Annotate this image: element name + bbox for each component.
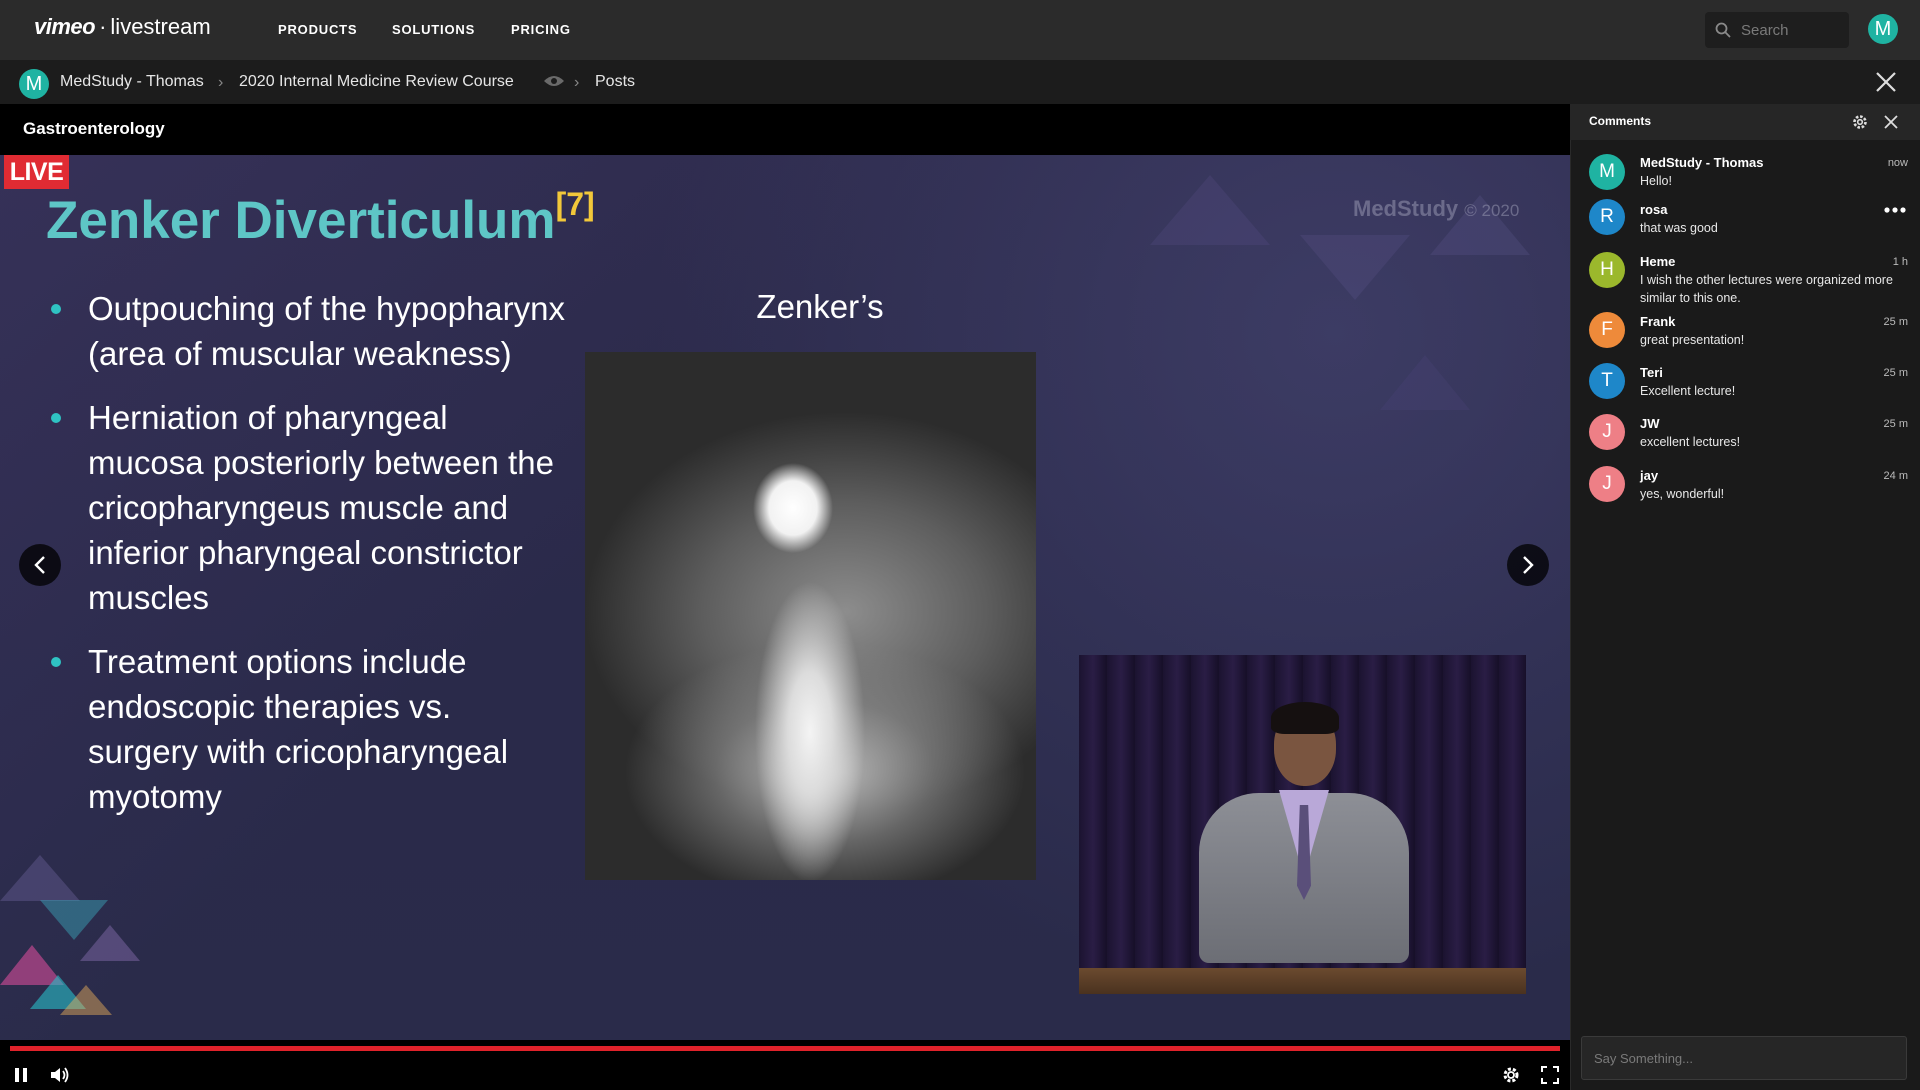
- slide-bullet-list: Outpouching of the hypopharynx (area of …: [48, 286, 568, 838]
- comment-time: 1 h: [1892, 256, 1908, 268]
- comment-avatar[interactable]: R: [1589, 199, 1625, 235]
- progress-fill: [10, 1046, 1560, 1051]
- comment-author[interactable]: JW: [1640, 416, 1660, 431]
- comment-avatar[interactable]: J: [1589, 414, 1625, 450]
- comment-text: excellent lectures!: [1640, 435, 1741, 449]
- comment-time: 24 m: [1883, 470, 1908, 482]
- chevron-right-icon: [1523, 556, 1534, 574]
- breadcrumb-channel[interactable]: MedStudy - Thomas: [60, 73, 204, 91]
- chevron-left-icon: [34, 556, 45, 574]
- comment-author[interactable]: rosa: [1640, 202, 1667, 217]
- channel-avatar[interactable]: M: [19, 69, 49, 99]
- nav-pricing[interactable]: PRICING: [511, 22, 571, 37]
- comment-author[interactable]: Heme: [1640, 254, 1675, 269]
- decor-triangle: [1380, 355, 1470, 410]
- presenter-video: [1079, 655, 1526, 994]
- slide-bullet: Herniation of pharyngeal mucosa posterio…: [48, 395, 568, 620]
- close-comments-icon[interactable]: [1883, 114, 1899, 130]
- comment-text: that was good: [1640, 221, 1718, 235]
- slide-title-text: Zenker Diverticulum: [46, 191, 556, 250]
- slide-bullet: Treatment options include endoscopic the…: [48, 639, 568, 819]
- logo-dot: ·: [99, 14, 107, 39]
- close-icon[interactable]: [1874, 70, 1898, 94]
- watermark-year: © 2020: [1464, 201, 1520, 220]
- presenter-hair: [1271, 702, 1339, 734]
- breadcrumb-event[interactable]: 2020 Internal Medicine Review Course: [239, 73, 514, 91]
- decor-triangle: [80, 925, 140, 961]
- comments-panel: [1570, 104, 1920, 1090]
- vimeo-livestream-logo[interactable]: vimeo · livestream: [34, 14, 211, 40]
- comment-input[interactable]: [1581, 1036, 1907, 1080]
- stage-title: Gastroenterology: [23, 119, 165, 138]
- comment-author[interactable]: Frank: [1640, 314, 1675, 329]
- comment-time: 25 m: [1883, 418, 1908, 430]
- decor-triangle: [0, 855, 80, 901]
- slide-title-reference: [7]: [555, 186, 595, 222]
- search-icon: [1715, 22, 1731, 38]
- fullscreen-icon[interactable]: [1539, 1064, 1561, 1086]
- comment-author[interactable]: Teri: [1640, 365, 1663, 380]
- slide-watermark: MedStudy © 2020: [1353, 196, 1519, 222]
- comments-title: Comments: [1589, 114, 1652, 128]
- xray-caption: Zenker’s: [756, 288, 884, 325]
- slide-bullet: Outpouching of the hypopharynx (area of …: [48, 286, 568, 376]
- user-avatar[interactable]: M: [1868, 14, 1898, 44]
- comment-avatar[interactable]: H: [1589, 252, 1625, 288]
- comment-avatar[interactable]: M: [1589, 154, 1625, 190]
- eye-icon: [544, 76, 564, 86]
- comment-avatar[interactable]: J: [1589, 466, 1625, 502]
- comment-author[interactable]: MedStudy - Thomas: [1640, 155, 1764, 170]
- decor-triangle: [1300, 235, 1410, 300]
- comment-text: Hello!: [1640, 174, 1672, 188]
- breadcrumb-separator: ›: [218, 74, 224, 91]
- more-options-icon[interactable]: [1883, 203, 1907, 217]
- live-badge: LIVE: [4, 155, 69, 189]
- decor-triangle: [60, 985, 112, 1015]
- pause-icon[interactable]: [10, 1064, 32, 1086]
- search-box[interactable]: [1705, 12, 1849, 48]
- settings-gear-icon[interactable]: [1500, 1064, 1522, 1086]
- volume-icon[interactable]: [48, 1064, 70, 1086]
- logo-livestream-text: livestream: [110, 14, 211, 39]
- decor-triangle: [1150, 175, 1270, 245]
- nav-products[interactable]: PRODUCTS: [278, 22, 357, 37]
- podium: [1079, 968, 1526, 994]
- comment-text: yes, wonderful!: [1640, 487, 1725, 501]
- comment-time: now: [1887, 157, 1908, 169]
- xray-image: [585, 352, 1036, 880]
- comment-avatar[interactable]: T: [1589, 363, 1625, 399]
- search-input[interactable]: [1739, 12, 1844, 48]
- next-slide-button[interactable]: [1507, 544, 1549, 586]
- gear-icon[interactable]: [1851, 113, 1869, 131]
- comment-text: great presentation!: [1640, 333, 1745, 347]
- comment-text: Excellent lecture!: [1640, 384, 1736, 398]
- comment-time: 25 m: [1883, 367, 1908, 379]
- progress-bar[interactable]: [10, 1046, 1560, 1051]
- previous-slide-button[interactable]: [19, 544, 61, 586]
- comment-author[interactable]: jay: [1640, 468, 1658, 483]
- comment-time: 25 m: [1883, 316, 1908, 328]
- watermark-text: MedStudy: [1353, 196, 1459, 221]
- logo-vimeo-text: vimeo: [34, 14, 96, 39]
- breadcrumb-separator: ›: [574, 74, 580, 91]
- breadcrumb-posts[interactable]: Posts: [595, 73, 635, 91]
- slide-title: Zenker Diverticulum[7]: [46, 186, 595, 251]
- comment-avatar[interactable]: F: [1589, 312, 1625, 348]
- nav-solutions[interactable]: SOLUTIONS: [392, 22, 475, 37]
- comment-text: I wish the other lectures were organized…: [1640, 273, 1893, 305]
